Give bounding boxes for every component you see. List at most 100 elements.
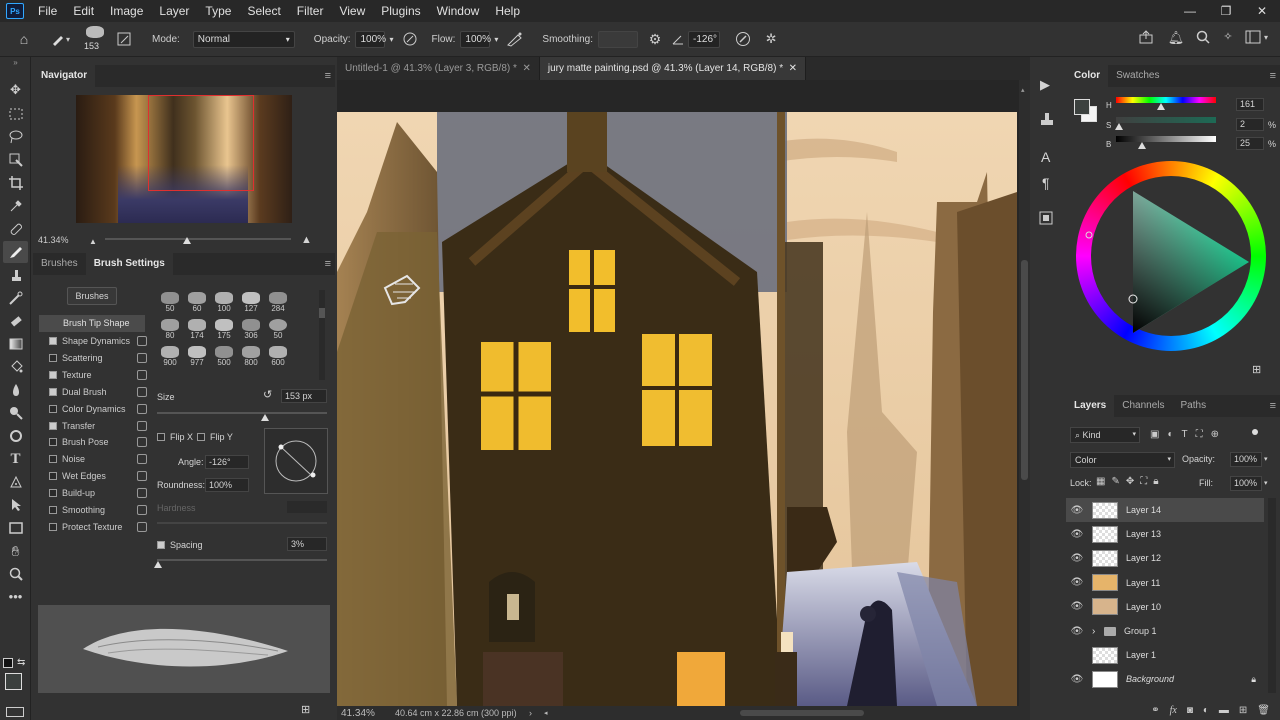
layers-scrollbar[interactable] bbox=[1268, 498, 1276, 693]
restore-icon[interactable]: ❐ bbox=[1208, 0, 1244, 22]
hand-tool-icon[interactable]: ✋︎ bbox=[3, 540, 28, 562]
photoshop-logo[interactable]: Ps bbox=[6, 3, 24, 19]
size-slider-thumb[interactable] bbox=[261, 414, 269, 421]
lock-icon[interactable] bbox=[137, 386, 147, 397]
adjustment-layer-icon[interactable]: ◐ bbox=[1203, 705, 1209, 716]
setting-checkbox[interactable] bbox=[49, 472, 57, 481]
navigator-tab[interactable]: Navigator bbox=[33, 65, 96, 87]
layer-row[interactable]: 👁︎ Layer 10 bbox=[1066, 595, 1264, 619]
fill-dropdown[interactable]: ▾ bbox=[1264, 479, 1268, 487]
vertical-scroll-thumb[interactable] bbox=[1021, 260, 1028, 480]
painting-canvas[interactable] bbox=[337, 112, 1017, 706]
menu-type[interactable]: Type bbox=[197, 0, 239, 22]
tab-channels[interactable]: Channels bbox=[1114, 395, 1172, 417]
background-lock-icon[interactable]: 🔒︎ bbox=[1251, 674, 1256, 685]
sparkle-icon[interactable]: ✧ bbox=[1218, 30, 1238, 43]
navigator-zoom-slider[interactable] bbox=[105, 238, 291, 240]
character-panel-icon[interactable]: A bbox=[1041, 149, 1050, 165]
setting-checkbox[interactable] bbox=[49, 522, 57, 531]
clone-stamp-tool-icon[interactable] bbox=[3, 264, 28, 286]
layer-row[interactable]: 👁︎ Layer 12 bbox=[1066, 546, 1264, 570]
vertical-scrollbar[interactable]: ▴ bbox=[1019, 80, 1030, 706]
lock-icon[interactable] bbox=[137, 471, 147, 482]
properties-panel-icon[interactable] bbox=[1039, 211, 1053, 228]
airbrush-icon[interactable] bbox=[504, 31, 526, 47]
lock-icon[interactable] bbox=[137, 521, 147, 532]
lock-icon[interactable] bbox=[137, 336, 147, 346]
path-selection-tool-icon[interactable] bbox=[3, 494, 28, 516]
brush-setting-wet-edges[interactable]: Wet Edges bbox=[39, 468, 147, 484]
minimize-icon[interactable]: — bbox=[1172, 0, 1208, 22]
saturation-thumb[interactable] bbox=[1115, 123, 1123, 130]
lock-icon[interactable] bbox=[137, 369, 147, 380]
brush-preset[interactable]: 50 bbox=[265, 317, 291, 343]
setting-checkbox[interactable] bbox=[49, 506, 57, 514]
brightness-slider[interactable] bbox=[1116, 136, 1216, 142]
workspace-icon[interactable] bbox=[1243, 30, 1263, 44]
brush-preset[interactable]: 284 bbox=[265, 290, 291, 316]
zoom-out-icon[interactable]: ▲ bbox=[89, 237, 97, 246]
lock-icon[interactable] bbox=[137, 420, 147, 431]
angle-field[interactable]: -126° bbox=[688, 30, 721, 48]
dodge-tool-icon[interactable] bbox=[3, 402, 28, 424]
menu-view[interactable]: View bbox=[331, 0, 373, 22]
scroll-left-icon[interactable]: ◂ bbox=[544, 709, 548, 717]
size-slider[interactable] bbox=[157, 412, 327, 414]
layer-row[interactable]: 👁︎ Layer 13 bbox=[1066, 522, 1264, 546]
setting-checkbox[interactable] bbox=[49, 489, 57, 498]
lock-icons[interactable]: ▦✎✥⛶🔒︎ bbox=[1096, 476, 1165, 487]
brush-preset[interactable]: 80 bbox=[157, 317, 183, 343]
search-icon[interactable] bbox=[1193, 30, 1213, 44]
brush-preset[interactable]: 175 bbox=[211, 317, 237, 343]
pen-tool-icon-alt[interactable] bbox=[3, 425, 28, 447]
visibility-eye-icon[interactable]: 👁︎ bbox=[1066, 626, 1088, 637]
navigator-view-box[interactable] bbox=[148, 95, 254, 191]
horizontal-scroll-thumb[interactable] bbox=[739, 710, 864, 716]
blend-mode-select[interactable]: Color ▾ bbox=[1070, 452, 1175, 468]
preset-scrollbar[interactable] bbox=[319, 290, 325, 380]
zoom-in-icon[interactable]: ▲ bbox=[301, 234, 312, 246]
expand-color-icon[interactable]: ⊞ bbox=[1252, 363, 1261, 376]
blur-tool-icon[interactable] bbox=[3, 379, 28, 401]
layer-opacity-dropdown[interactable]: ▾ bbox=[1264, 455, 1268, 463]
navigator-zoom-thumb[interactable] bbox=[183, 237, 191, 244]
tab-color[interactable]: Color bbox=[1066, 65, 1109, 87]
brush-preset[interactable]: 306 bbox=[238, 317, 264, 343]
rectangle-tool-icon[interactable] bbox=[3, 517, 28, 539]
flow-field[interactable]: 100% bbox=[460, 30, 491, 48]
brush-setting-color-dynamics[interactable]: Color Dynamics bbox=[39, 401, 147, 417]
brightness-thumb[interactable] bbox=[1138, 142, 1146, 149]
spacing-slider-thumb[interactable] bbox=[154, 561, 162, 568]
lock-icon[interactable] bbox=[137, 488, 147, 499]
lock-icon[interactable] bbox=[137, 454, 147, 465]
setting-checkbox[interactable] bbox=[49, 353, 57, 362]
size-field[interactable]: 153 px bbox=[281, 389, 327, 403]
brush-preset[interactable]: 800 bbox=[238, 344, 264, 370]
filter-toggle-icon[interactable] bbox=[1252, 429, 1258, 435]
layer-filter-icons[interactable]: ▣◐T⛶⊕ bbox=[1150, 429, 1227, 440]
stamp-icon[interactable] bbox=[1039, 111, 1055, 130]
menu-edit[interactable]: Edit bbox=[65, 0, 102, 22]
zoom-tool-icon[interactable] bbox=[3, 563, 28, 585]
menu-file[interactable]: File bbox=[30, 0, 65, 22]
link-layers-icon[interactable]: ⚭ bbox=[1151, 705, 1159, 716]
visibility-eye-icon[interactable]: 👁︎ bbox=[1066, 505, 1088, 516]
visibility-eye-icon[interactable]: 👁︎ bbox=[1066, 674, 1088, 685]
mode-select[interactable]: Normal ▾ bbox=[192, 30, 295, 48]
fill-field[interactable]: 100% bbox=[1230, 476, 1262, 491]
menu-window[interactable]: Window bbox=[429, 0, 488, 22]
navigator-thumbnail[interactable] bbox=[76, 95, 292, 223]
workspace-dropdown-icon[interactable]: ▾ bbox=[1264, 33, 1268, 42]
layer-kind-filter[interactable]: ⌕ Kind ▾ bbox=[1070, 427, 1140, 443]
visibility-eye-icon[interactable]: 👁︎ bbox=[1066, 577, 1088, 588]
brush-setting-shape-dynamics[interactable]: Shape Dynamics bbox=[39, 333, 147, 349]
pen-tool-icon[interactable] bbox=[3, 471, 28, 493]
lock-icon[interactable] bbox=[137, 352, 147, 363]
brush-setting-transfer[interactable]: Transfer bbox=[39, 418, 147, 434]
layer-style-icon[interactable]: fx bbox=[1170, 705, 1177, 716]
spacing-checkbox[interactable]: Spacing bbox=[157, 540, 203, 550]
menu-image[interactable]: Image bbox=[102, 0, 151, 22]
menu-filter[interactable]: Filter bbox=[289, 0, 332, 22]
setting-checkbox[interactable] bbox=[49, 387, 57, 396]
healing-brush-tool-icon[interactable] bbox=[3, 218, 28, 240]
